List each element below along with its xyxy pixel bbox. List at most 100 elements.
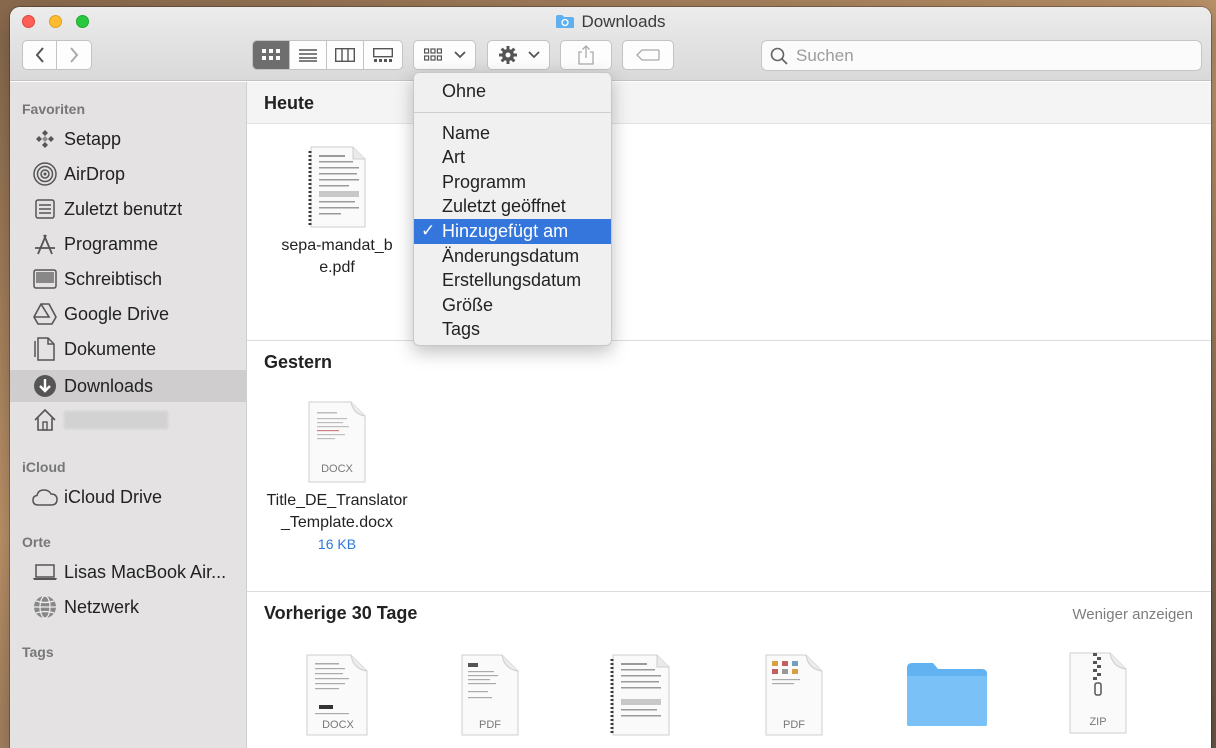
menu-item-size[interactable]: Größe	[414, 293, 611, 318]
section-title-previous-30-days: Vorherige 30 Tage	[264, 603, 418, 623]
pdf-document-icon[interactable]	[607, 653, 673, 737]
redacted-username	[64, 411, 168, 429]
show-less-link[interactable]: Weniger anzeigen	[1072, 606, 1193, 623]
home-icon	[32, 407, 58, 433]
list-view-button[interactable]	[290, 41, 327, 69]
google-drive-icon	[32, 301, 58, 327]
search-input[interactable]	[796, 45, 1176, 66]
sidebar-item-google-drive[interactable]: Google Drive	[10, 298, 246, 330]
section-divider	[247, 340, 1211, 341]
file-ext-label: DOCX	[322, 719, 354, 731]
section-header-today: Heute	[247, 82, 1211, 124]
chevron-down-icon	[453, 51, 466, 59]
pdf-document-icon[interactable]: PDF	[764, 653, 826, 737]
file-item[interactable]: DOCX Title_DE_Translator_Template.docx 1…	[262, 400, 412, 552]
desktop-icon	[32, 266, 58, 292]
sidebar-section-tags: Tags	[22, 644, 54, 660]
grid-icon	[423, 48, 442, 61]
grid-icon	[262, 49, 280, 60]
file-ext-label: PDF	[783, 719, 805, 731]
folder-icon	[556, 15, 575, 28]
sidebar-item-setapp[interactable]: Setapp	[10, 123, 246, 155]
zip-archive-icon[interactable]: ZIP	[1066, 651, 1130, 735]
chevron-left-icon	[35, 47, 44, 63]
file-name: sepa-mandat_be.pdf	[281, 237, 393, 276]
share-icon	[578, 45, 594, 65]
pdf-document-icon	[308, 146, 366, 228]
section-title-yesterday: Gestern	[264, 352, 333, 372]
sidebar-item-label: Zuletzt benutzt	[64, 198, 183, 219]
forward-button[interactable]	[57, 41, 91, 69]
group-sort-button[interactable]	[413, 40, 476, 70]
gear-icon	[498, 46, 517, 64]
file-size: 16 KB	[317, 536, 357, 552]
section-title: Heute	[264, 93, 315, 113]
chevron-right-icon	[70, 47, 79, 63]
menu-item-none[interactable]: Ohne	[414, 79, 611, 104]
sidebar-item-documents[interactable]: Dokumente	[10, 333, 246, 365]
menu-item-tags[interactable]: Tags	[414, 317, 611, 342]
menu-item-date-added[interactable]: ✓ Hinzugefügt am	[414, 218, 611, 244]
sidebar-item-label: Netzwerk	[64, 596, 140, 617]
sidebar-item-downloads[interactable]: Downloads	[10, 370, 246, 402]
sidebar: Favoriten Setapp AirDrop Zuletzt benutzt…	[10, 82, 247, 748]
search-icon	[770, 47, 788, 65]
edit-tags-button[interactable]	[622, 40, 674, 70]
file-name: Title_DE_Translator_Template.docx	[266, 492, 408, 531]
columns-icon	[335, 48, 355, 62]
sidebar-section-icloud: iCloud	[22, 459, 66, 475]
laptop-icon	[32, 559, 58, 585]
sidebar-item-label: Setapp	[64, 128, 122, 149]
menu-item-name[interactable]: Name	[414, 121, 611, 146]
sidebar-item-desktop[interactable]: Schreibtisch	[10, 263, 246, 295]
file-item[interactable]: sepa-mandat_be.pdf	[262, 145, 412, 279]
sidebar-item-label: Programme	[64, 233, 159, 254]
menu-separator	[414, 111, 611, 113]
recents-icon	[32, 196, 58, 222]
back-button[interactable]	[23, 41, 57, 69]
checkmark-icon: ✓	[421, 220, 436, 240]
menu-item-date-modified[interactable]: Änderungsdatum	[414, 244, 611, 269]
icon-view-button[interactable]	[253, 41, 290, 69]
sidebar-item-applications[interactable]: Programme	[10, 228, 246, 260]
menu-item-application[interactable]: Programm	[414, 170, 611, 195]
pdf-document-icon[interactable]: PDF	[460, 653, 522, 737]
window-title-text: Downloads	[581, 12, 666, 31]
sidebar-item-icloud-drive[interactable]: iCloud Drive	[10, 481, 246, 513]
downloads-icon	[32, 373, 58, 399]
network-icon	[32, 594, 58, 620]
sidebar-section-locations: Orte	[22, 534, 51, 550]
docx-document-icon[interactable]: DOCX	[305, 653, 371, 737]
chevron-down-icon	[527, 51, 540, 59]
menu-item-date-created[interactable]: Erstellungsdatum	[414, 268, 611, 293]
sort-by-menu: Ohne Name Art Programm Zuletzt geöffnet …	[413, 72, 612, 346]
search-field[interactable]	[761, 40, 1202, 71]
file-ext-label: ZIP	[1089, 716, 1106, 728]
documents-icon	[32, 336, 58, 362]
folder-icon[interactable]	[905, 660, 989, 728]
list-icon	[299, 49, 317, 62]
sidebar-item-network[interactable]: Netzwerk	[10, 591, 246, 623]
docx-document-icon: DOCX	[308, 401, 366, 483]
column-view-button[interactable]	[327, 41, 364, 69]
applications-icon	[32, 231, 58, 257]
share-button[interactable]	[560, 40, 612, 70]
sidebar-section-favorites: Favoriten	[22, 101, 86, 117]
gallery-icon	[372, 48, 393, 62]
menu-item-last-opened[interactable]: Zuletzt geöffnet	[414, 194, 611, 219]
menu-item-kind[interactable]: Art	[414, 145, 611, 170]
sidebar-item-airdrop[interactable]: AirDrop	[10, 158, 246, 190]
sidebar-item-label: Google Drive	[64, 303, 170, 324]
action-button[interactable]	[487, 40, 550, 70]
section-divider	[247, 591, 1211, 592]
airdrop-icon	[32, 161, 58, 187]
sidebar-item-label: Lisas MacBook Air...	[64, 561, 227, 582]
sidebar-item-home[interactable]	[10, 404, 246, 436]
sidebar-item-label: Downloads	[64, 375, 154, 396]
sidebar-item-recents[interactable]: Zuletzt benutzt	[10, 193, 246, 225]
gallery-view-button[interactable]	[364, 41, 401, 69]
window-title: Downloads	[10, 12, 1211, 34]
file-ext-label: PDF	[479, 719, 501, 731]
sidebar-item-macbook[interactable]: Lisas MacBook Air...	[10, 556, 246, 588]
file-browser: Heute sepa-mandat_be.pdf Gestern DOCX Ti…	[247, 82, 1211, 748]
